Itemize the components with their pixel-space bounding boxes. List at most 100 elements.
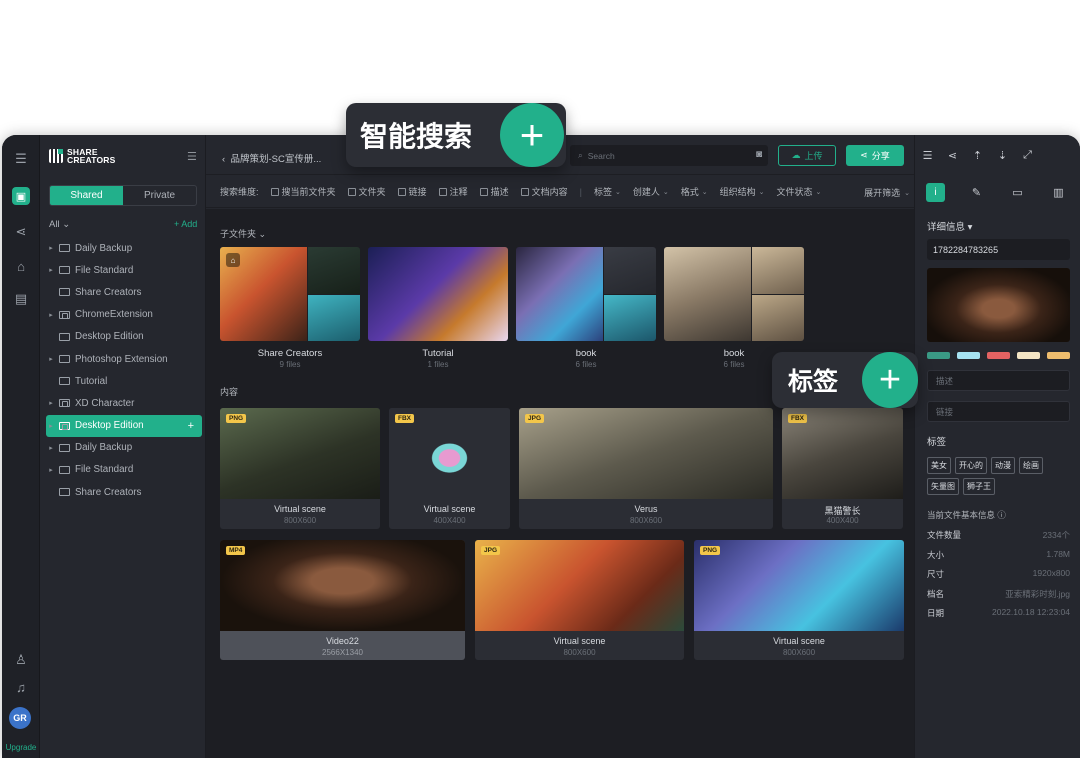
filter-checkbox-label: 文档内容 bbox=[531, 187, 568, 197]
add-folder-button[interactable]: + Add bbox=[174, 219, 197, 229]
sidebar-item-label: XD Character bbox=[75, 397, 135, 409]
tab-versions[interactable]: ▭ bbox=[997, 186, 1038, 199]
filter-dropdown[interactable]: 标签 ⌄ bbox=[594, 185, 621, 198]
upgrade-link[interactable]: Upgrade bbox=[2, 743, 40, 752]
file-id-field[interactable]: 1782284783265 bbox=[927, 239, 1070, 260]
folder-card[interactable] bbox=[516, 247, 656, 341]
expand-filters-button[interactable]: 展开筛选 ⌄ bbox=[864, 186, 910, 199]
tag-chip[interactable]: 开心的 bbox=[955, 457, 987, 474]
sidebar-item[interactable]: ▸ ChromeExtension bbox=[46, 304, 202, 326]
chevron-right-icon[interactable]: ▸ bbox=[46, 466, 56, 474]
sidebar-item[interactable]: ▸ XD Character bbox=[46, 392, 202, 414]
chevron-right-icon[interactable]: ▸ bbox=[46, 244, 56, 252]
description-input[interactable]: 描述 bbox=[927, 370, 1070, 391]
store-icon[interactable]: ▤ bbox=[12, 290, 30, 308]
fullscreen-icon[interactable]: ⤢ bbox=[1015, 149, 1040, 162]
link-input[interactable]: 链接 bbox=[927, 401, 1070, 422]
sidebar-item[interactable]: ▸ Daily Backup bbox=[46, 237, 202, 259]
color-swatch[interactable] bbox=[1017, 352, 1040, 359]
tab-info[interactable]: i bbox=[915, 182, 956, 202]
filter-checkbox[interactable]: 注释 bbox=[438, 185, 468, 198]
sidebar-item[interactable]: ▸ File Standard bbox=[46, 259, 202, 281]
file-size: 800X600 bbox=[629, 516, 663, 525]
search-icon: ⌕ bbox=[578, 150, 583, 160]
chevron-right-icon[interactable]: ▸ bbox=[46, 422, 56, 430]
tab-shared[interactable]: Shared bbox=[50, 186, 123, 205]
sidebar-item[interactable]: ▸ Daily Backup bbox=[46, 437, 202, 459]
file-card[interactable]: FBX 黑猫警长 400X400 bbox=[782, 408, 903, 529]
tag-chip[interactable]: 绘画 bbox=[1019, 457, 1043, 474]
home-icon[interactable]: ⌂ bbox=[12, 257, 30, 275]
file-card[interactable]: JPG Virtual scene 800X600 bbox=[475, 540, 684, 660]
chevron-right-icon[interactable]: ▸ bbox=[46, 444, 56, 452]
folder-card[interactable]: ⌂ bbox=[220, 247, 360, 341]
filter-checkbox[interactable]: 文档内容 bbox=[520, 185, 568, 198]
tag-chip[interactable]: 动漫 bbox=[991, 457, 1015, 474]
share-icon[interactable]: ⋖ bbox=[12, 223, 30, 241]
avatar[interactable]: GR bbox=[9, 707, 31, 729]
upload-button[interactable]: ☁ 上传 bbox=[778, 145, 836, 166]
subfolders-heading[interactable]: 子文件夹 ⌄ bbox=[220, 227, 266, 240]
collapse-icon[interactable]: ☰ bbox=[187, 150, 197, 163]
meta-row: 文件数量 2334个 bbox=[927, 529, 1070, 541]
sidebar-item[interactable]: Tutorial bbox=[46, 370, 202, 392]
file-card[interactable]: JPG Verus 800X600 bbox=[519, 408, 773, 529]
tab-comments[interactable]: ✎ bbox=[956, 186, 997, 199]
tab-private[interactable]: Private bbox=[123, 186, 196, 205]
file-title: Virtual scene bbox=[553, 636, 606, 646]
files-icon[interactable]: ▣ bbox=[12, 187, 30, 205]
color-swatch[interactable] bbox=[927, 352, 950, 359]
sidebar-item-label: ChromeExtension bbox=[75, 309, 153, 321]
search-input[interactable]: ⌕ Search ◙ bbox=[570, 145, 768, 166]
tag-chip[interactable]: 美女 bbox=[927, 457, 951, 474]
sidebar-item[interactable]: Desktop Edition bbox=[46, 326, 202, 348]
file-card[interactable]: FBX Virtual scene 400X400 bbox=[389, 408, 510, 529]
download-icon[interactable]: ⇣ bbox=[990, 149, 1015, 162]
folder-card[interactable] bbox=[368, 247, 508, 341]
upload-label: 上传 bbox=[804, 151, 823, 161]
filter-checkbox[interactable]: 链接 bbox=[397, 185, 427, 198]
sidebar-item[interactable]: Share Creators bbox=[46, 481, 202, 503]
chevron-right-icon[interactable]: ▸ bbox=[46, 311, 56, 319]
file-card[interactable]: MP4 Video22 2566X1340 bbox=[220, 540, 465, 660]
share-icon[interactable]: ⋖ bbox=[940, 149, 965, 162]
tag-chip[interactable]: 矢量图 bbox=[927, 478, 959, 495]
chevron-right-icon[interactable]: ▸ bbox=[46, 399, 56, 407]
upload-icon[interactable]: ⇡ bbox=[965, 149, 990, 162]
breadcrumb[interactable]: ‹ 品牌策划-SC宣传册... bbox=[222, 151, 321, 165]
filter-dropdown[interactable]: 格式 ⌄ bbox=[681, 185, 708, 198]
filter-dropdown[interactable]: 文件状态 ⌄ bbox=[777, 185, 822, 198]
color-swatch[interactable] bbox=[957, 352, 980, 359]
filter-dropdown[interactable]: 创建人 ⌄ bbox=[633, 185, 669, 198]
list-icon[interactable]: ☰ bbox=[915, 149, 940, 162]
filter-checkbox[interactable]: 搜当前文件夹 bbox=[270, 185, 336, 198]
sidebar-item[interactable]: ▸ Desktop Edition + bbox=[46, 414, 202, 437]
filter-checkbox[interactable]: 文件夹 bbox=[347, 185, 386, 198]
file-title: Virtual scene bbox=[274, 504, 326, 514]
color-swatch[interactable] bbox=[987, 352, 1010, 359]
menu-icon[interactable]: ☰ bbox=[12, 150, 30, 168]
color-swatch[interactable] bbox=[1047, 352, 1070, 359]
tag-chip[interactable]: 狮子王 bbox=[963, 478, 995, 495]
user-icon[interactable]: ♙ bbox=[12, 651, 30, 669]
filter-checkbox[interactable]: 描述 bbox=[479, 185, 509, 198]
folder-card[interactable] bbox=[664, 247, 804, 341]
file-card[interactable]: PNG Virtual scene 800X600 bbox=[220, 408, 380, 529]
add-subfolder-icon[interactable]: + bbox=[188, 420, 194, 432]
sidebar-item[interactable]: Share Creators bbox=[46, 281, 202, 303]
detail-heading[interactable]: 详细信息 ▾ bbox=[927, 219, 972, 233]
tab-stats[interactable]: ▥ bbox=[1038, 186, 1079, 199]
sidebar-item[interactable]: ▸ Photoshop Extension bbox=[46, 348, 202, 370]
chevron-right-icon[interactable]: ▸ bbox=[46, 355, 56, 363]
filter-dropdown[interactable]: 组织结构 ⌄ bbox=[720, 185, 765, 198]
chevron-right-icon[interactable]: ▸ bbox=[46, 266, 56, 274]
bell-icon[interactable]: ♫ bbox=[12, 678, 30, 696]
share-button[interactable]: ⋖ 分享 bbox=[846, 145, 904, 166]
sidebar-item[interactable]: ▸ File Standard bbox=[46, 459, 202, 481]
file-card[interactable]: PNG Virtual scene 800X600 bbox=[694, 540, 904, 660]
folder-count: 1 files bbox=[427, 360, 449, 369]
all-filter[interactable]: All ⌄ bbox=[49, 219, 70, 230]
meta-key: 日期 bbox=[927, 608, 945, 618]
camera-icon[interactable]: ◙ bbox=[756, 149, 762, 160]
chevron-down-icon: ⌄ bbox=[614, 188, 621, 196]
